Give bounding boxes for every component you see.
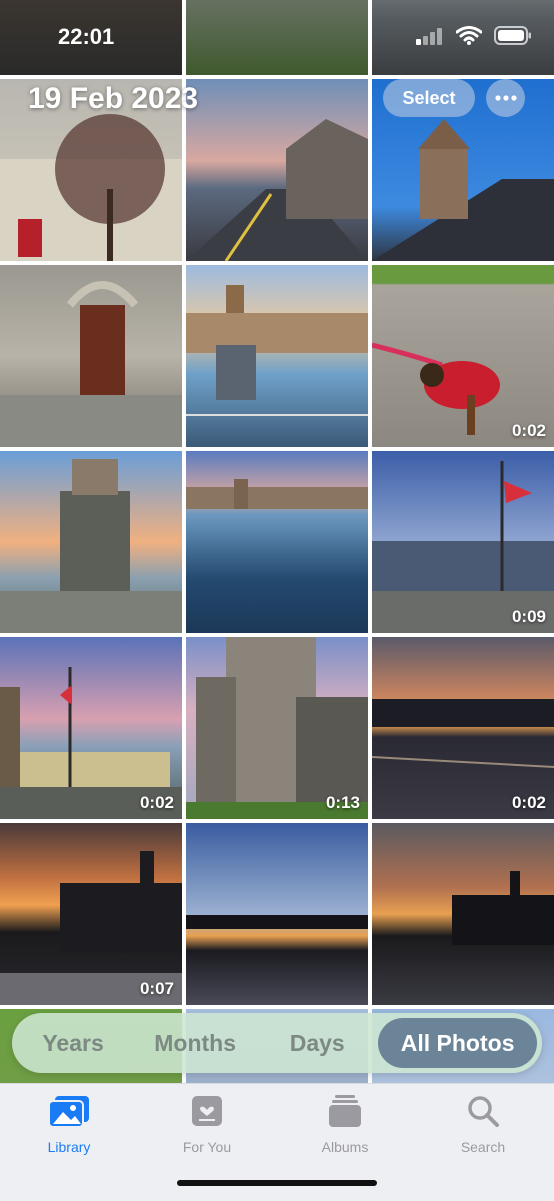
status-bar: 22:01 (0, 0, 554, 74)
tab-label: For You (182, 1139, 232, 1155)
photo-content (186, 285, 368, 416)
tab-for-you[interactable]: For You (152, 1094, 262, 1155)
photo-thumbnail[interactable] (0, 451, 182, 633)
photo-thumbnail[interactable]: 0:02 (372, 637, 554, 819)
tab-library[interactable]: Library (14, 1094, 124, 1155)
home-indicator (177, 1180, 377, 1186)
tab-label: Search (460, 1139, 506, 1155)
segment-days[interactable]: Days (256, 1018, 378, 1068)
photo-grid: 0:02 0:09 0:02 0:13 0:02 0:07 (0, 0, 554, 1085)
wifi-icon (456, 26, 482, 45)
more-options-button[interactable] (486, 79, 525, 117)
photo-content (0, 459, 182, 633)
tab-albums[interactable]: Albums (290, 1094, 400, 1155)
video-duration: 0:02 (511, 793, 546, 812)
photo-content (372, 699, 554, 768)
photo-thumbnail[interactable] (186, 451, 368, 633)
status-time: 22:01 (58, 24, 115, 49)
timeframe-segmented-control: Years Months Days All Photos (12, 1013, 542, 1073)
tab-search[interactable]: Search (428, 1094, 538, 1155)
cellular-signal-icon (416, 27, 442, 45)
select-button[interactable]: Select (383, 79, 475, 117)
photo-content (452, 871, 554, 945)
segment-years[interactable]: Years (12, 1018, 134, 1068)
video-duration: 0:09 (511, 607, 546, 626)
photo-content (186, 637, 368, 819)
photo-content (0, 667, 182, 819)
photo-thumbnail[interactable]: 0:09 (372, 451, 554, 633)
albums-icon (329, 1095, 361, 1127)
photo-thumbnail[interactable] (0, 265, 182, 447)
tab-label: Albums (321, 1139, 369, 1155)
tab-label: Library (47, 1139, 91, 1155)
ellipsis-icon (494, 95, 517, 101)
status-icons (416, 26, 532, 45)
photo-library-icon (48, 1096, 89, 1128)
photo-content (372, 342, 500, 435)
photo-content (186, 915, 368, 929)
for-you-icon (192, 1096, 222, 1126)
battery-icon (494, 26, 531, 45)
section-date-title: 19 Feb 2023 (28, 82, 199, 115)
photo-thumbnail[interactable] (186, 79, 368, 261)
photo-content (372, 461, 554, 633)
search-icon (468, 1096, 499, 1127)
segment-months[interactable]: Months (134, 1018, 256, 1068)
video-duration: 0:13 (325, 793, 360, 812)
photo-content (0, 851, 182, 1005)
photo-content (186, 119, 368, 261)
photo-thumbnail[interactable]: 0:02 (372, 265, 554, 447)
photo-thumbnail[interactable] (186, 823, 368, 1005)
photo-thumbnail[interactable] (186, 265, 368, 447)
video-duration: 0:02 (139, 793, 174, 812)
photo-content (0, 281, 182, 447)
photo-content (186, 479, 368, 509)
photo-thumbnail[interactable]: 0:07 (0, 823, 182, 1005)
photo-thumbnail[interactable] (372, 823, 554, 1005)
video-duration: 0:07 (139, 979, 174, 998)
photo-thumbnail[interactable]: 0:13 (186, 637, 368, 819)
photo-thumbnail[interactable]: 0:02 (0, 637, 182, 819)
segment-all-photos[interactable]: All Photos (378, 1018, 537, 1068)
video-duration: 0:02 (511, 421, 546, 440)
